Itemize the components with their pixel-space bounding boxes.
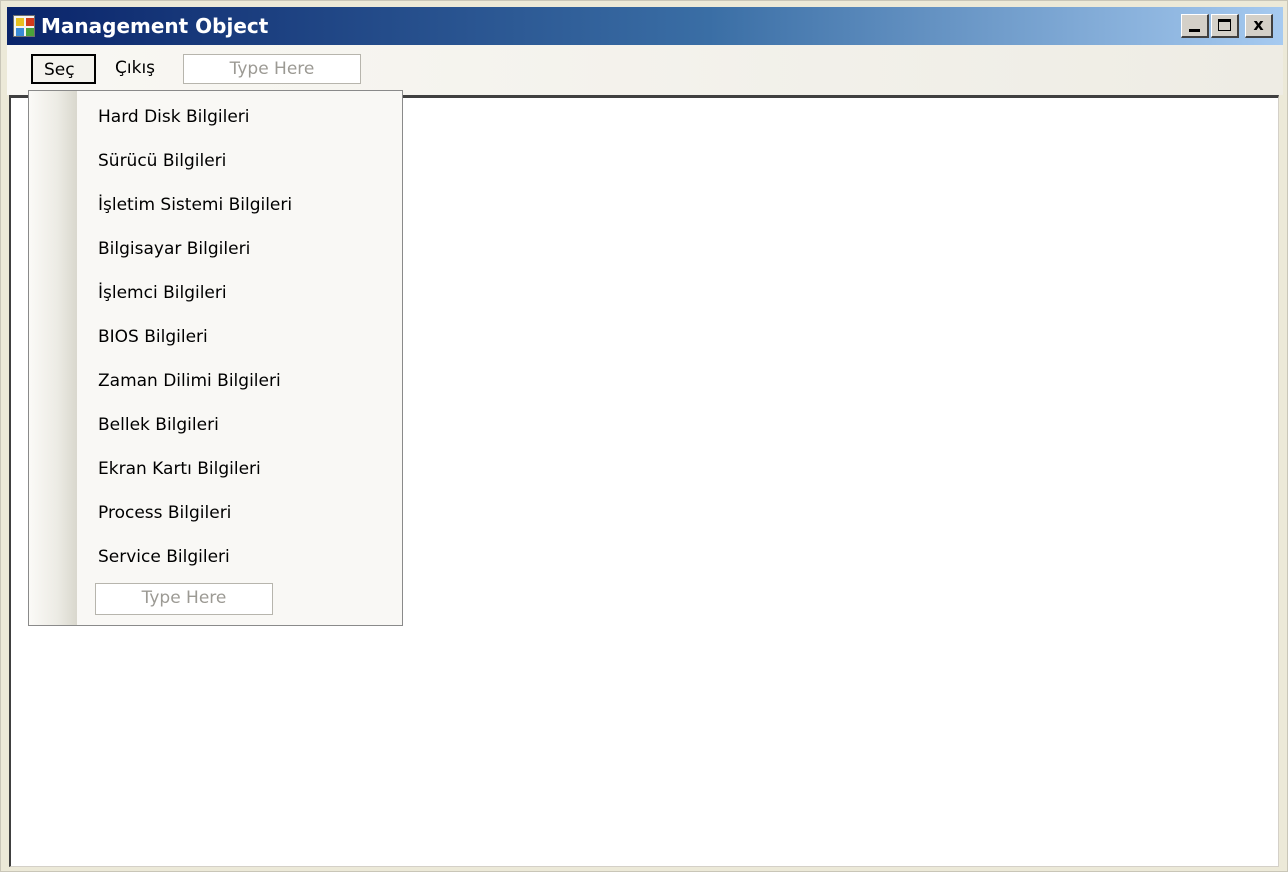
sec-dropdown-menu: Hard Disk Bilgileri Sürücü Bilgileri İşlet… <box>28 90 403 626</box>
minimize-button[interactable] <box>1181 14 1209 38</box>
dropdown-item-label: Sürücü Bilgileri <box>98 151 227 171</box>
menu-bar: Seç Çıkış Type Here <box>7 45 1283 95</box>
dropdown-item-label: Process Bilgileri <box>98 503 232 523</box>
title-bar[interactable]: Management Object x <box>7 7 1283 45</box>
dropdown-item[interactable]: BIOS Bilgileri <box>29 315 402 359</box>
dropdown-item[interactable]: Ekran Kartı Bilgileri <box>29 447 402 491</box>
dropdown-item-label: İşlemci Bilgileri <box>98 283 227 303</box>
dropdown-item[interactable]: Service Bilgileri <box>29 535 402 579</box>
dropdown-item-label: BIOS Bilgileri <box>98 327 208 347</box>
dropdown-item-label: Service Bilgileri <box>98 547 230 567</box>
dropdown-item[interactable]: Process Bilgileri <box>29 491 402 535</box>
dropdown-item-label: Hard Disk Bilgileri <box>98 107 250 127</box>
menu-cikis[interactable]: Çıkış <box>115 54 165 84</box>
maximize-icon <box>1218 19 1231 31</box>
close-button[interactable]: x <box>1245 14 1273 38</box>
close-icon: x <box>1253 15 1264 34</box>
dropdown-item-label: Bellek Bilgileri <box>98 415 219 435</box>
dropdown-type-here-field[interactable]: Type Here <box>95 583 273 615</box>
app-icon[interactable] <box>13 15 35 37</box>
menu-sec[interactable]: Seç <box>31 54 96 84</box>
maximize-button[interactable] <box>1211 14 1239 38</box>
dropdown-item-label: Bilgisayar Bilgileri <box>98 239 251 259</box>
window-title: Management Object <box>41 14 269 38</box>
dropdown-item[interactable]: Zaman Dilimi Bilgileri <box>29 359 402 403</box>
minimize-icon <box>1189 29 1200 32</box>
dropdown-item[interactable]: Hard Disk Bilgileri <box>29 95 402 139</box>
dropdown-item[interactable]: Bilgisayar Bilgileri <box>29 227 402 271</box>
dropdown-item-label: Ekran Kartı Bilgileri <box>98 459 261 479</box>
dropdown-item[interactable]: Bellek Bilgileri <box>29 403 402 447</box>
dropdown-item[interactable]: Sürücü Bilgileri <box>29 139 402 183</box>
menubar-type-here-field[interactable]: Type Here <box>183 54 361 84</box>
dropdown-item-label: Zaman Dilimi Bilgileri <box>98 371 281 391</box>
dropdown-item[interactable]: İşletim Sistemi Bilgileri <box>29 183 402 227</box>
dropdown-item-label: İşletim Sistemi Bilgileri <box>98 195 293 215</box>
dropdown-item[interactable]: İşlemci Bilgileri <box>29 271 402 315</box>
